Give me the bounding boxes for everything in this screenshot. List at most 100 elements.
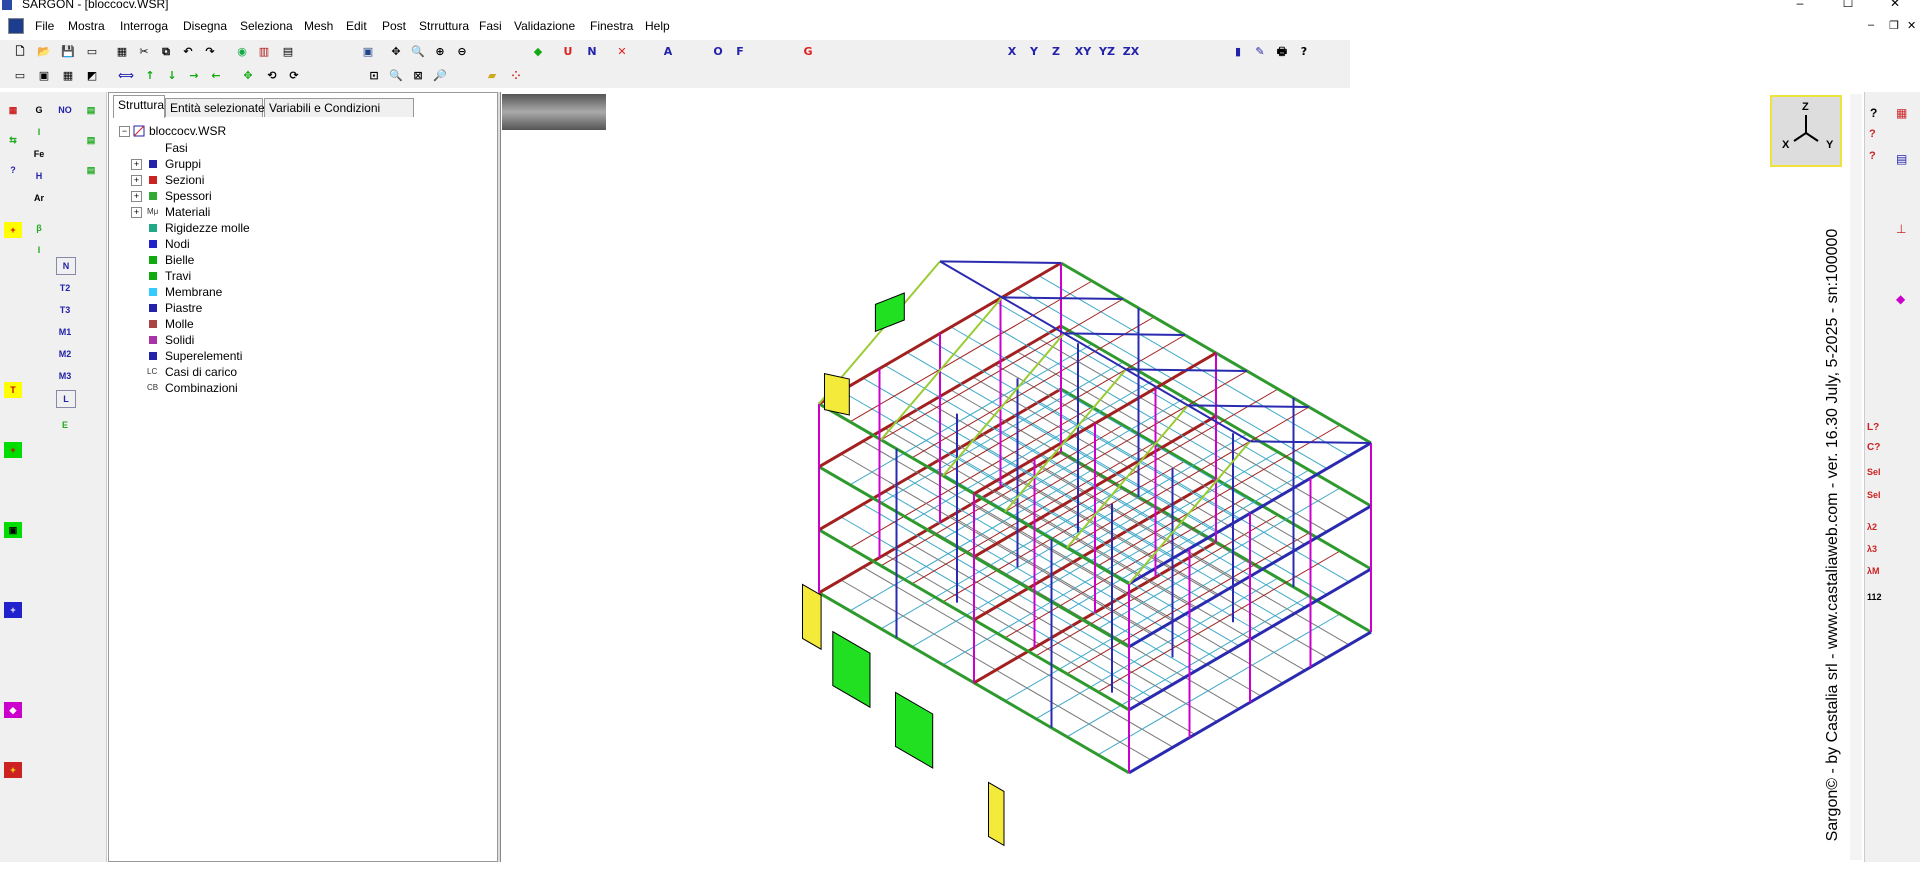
l-query-tool[interactable]: L? — [1867, 422, 1879, 433]
fe-tool[interactable]: Fe — [30, 146, 48, 162]
zoom-in-icon[interactable]: ⊕ — [432, 44, 448, 60]
arrow-down-icon[interactable]: ↓ — [164, 68, 180, 84]
menu-struttura[interactable]: Strruttura — [419, 19, 469, 33]
distance-icon[interactable]: ⟺ — [118, 68, 134, 84]
open-folder-icon[interactable]: 📂 — [36, 44, 52, 60]
menu-interroga[interactable]: Interroga — [120, 19, 168, 33]
n-toggle[interactable]: N — [584, 44, 600, 60]
tab-variabili-condizioni[interactable]: Variabili e Condizioni — [264, 98, 414, 117]
n112-tool[interactable]: 112 — [1867, 592, 1882, 602]
tree-expand-spessori[interactable]: + — [131, 191, 142, 202]
frame-member-147[interactable] — [1249, 440, 1372, 444]
tree-item-materiali[interactable]: Materiali — [165, 204, 210, 220]
book-icon[interactable]: ▮ — [1230, 44, 1246, 60]
frame-member-137[interactable] — [939, 260, 1062, 264]
calc-icon[interactable]: ▦ — [60, 68, 76, 84]
frame-member-139[interactable] — [1001, 296, 1124, 300]
close-button[interactable]: ✕ — [1880, 0, 1910, 10]
tree-item-superelementi[interactable]: Superelementi — [165, 348, 242, 364]
end-tool-icon[interactable]: + — [4, 222, 22, 238]
zoom-prev-icon[interactable]: 🔍 — [388, 68, 404, 84]
node-tool-icon[interactable]: ⇆ — [4, 132, 22, 148]
view-z-button[interactable]: Z — [1048, 44, 1064, 60]
menu-mostra[interactable]: Mostra — [68, 19, 105, 33]
delete-icon[interactable]: ✕ — [614, 44, 630, 60]
view-zx-button[interactable]: ZX — [1120, 44, 1142, 60]
r-query-2[interactable]: ? — [1869, 150, 1876, 162]
lambda3-tool[interactable]: λ3 — [1867, 544, 1877, 554]
viewport-scrollbar[interactable] — [1850, 94, 1862, 860]
sel-tool-2[interactable]: Sel — [1867, 490, 1881, 500]
redo-icon[interactable]: ↷ — [202, 44, 218, 60]
tree-item-casi-di-carico[interactable]: Casi di carico — [165, 364, 237, 380]
rotate-icon[interactable]: ⟲ — [264, 68, 280, 84]
help-tool-icon[interactable]: ? — [1870, 106, 1877, 120]
mdi-minimize-icon[interactable]: – — [1868, 19, 1874, 31]
magenta-tool-icon[interactable]: ◆ — [4, 702, 22, 718]
na-tool-icon[interactable]: ▤ — [82, 102, 100, 118]
i-tool[interactable]: I — [30, 124, 48, 140]
frame-member-141[interactable] — [1063, 332, 1186, 336]
new-file-icon[interactable]: 🗋 — [12, 44, 28, 60]
points-icon[interactable]: ⁘ — [508, 68, 524, 84]
std-icon[interactable]: ◩ — [84, 68, 100, 84]
view-x-button[interactable]: X — [1004, 44, 1020, 60]
foundation-pad-1[interactable] — [832, 630, 871, 709]
u-toggle[interactable]: U — [560, 44, 576, 60]
a-toggle[interactable]: A — [660, 44, 676, 60]
m2-tool[interactable]: M2 — [56, 346, 74, 362]
calculator-icon[interactable]: ▦ — [114, 44, 130, 60]
document-system-icon[interactable] — [8, 18, 24, 34]
move-icon[interactable]: ✥ — [240, 68, 256, 84]
structure-3d-view[interactable] — [501, 92, 1863, 862]
view-y-button[interactable]: Y — [1026, 44, 1042, 60]
support-tool-icon[interactable]: ⊥ — [1896, 222, 1906, 236]
t3-tool[interactable]: T3 — [56, 302, 74, 318]
model-viewport[interactable] — [500, 92, 1863, 862]
ar-tool[interactable]: Ar — [30, 190, 48, 206]
e-tool[interactable]: E — [56, 417, 74, 433]
h-tool[interactable]: H — [30, 168, 48, 184]
t2-tool-icon[interactable]: ▤ — [82, 162, 100, 178]
tree-root-label[interactable]: bloccocv.WSR — [149, 123, 226, 139]
menu-fasi[interactable]: Fasi — [479, 19, 502, 33]
zoom-window-icon[interactable]: ▣ — [360, 44, 376, 60]
lambdam-tool[interactable]: λM — [1867, 566, 1880, 576]
tree-item-combinazioni[interactable]: Combinazioni — [165, 380, 238, 396]
tree-item-molle[interactable]: Molle — [165, 316, 194, 332]
t2-tool[interactable]: T2 — [56, 280, 74, 296]
view-yz-button[interactable]: YZ — [1096, 44, 1118, 60]
mesh-tool-icon[interactable]: ▦ — [4, 102, 22, 118]
tab-struttura[interactable]: Struttura — [113, 95, 165, 118]
sp-tool-icon[interactable]: + — [4, 762, 22, 778]
tol-tool-icon[interactable]: T — [4, 382, 22, 398]
menu-help[interactable]: Help — [645, 19, 670, 33]
maximize-button[interactable]: ☐ — [1833, 0, 1863, 10]
c-query-tool[interactable]: C? — [1867, 442, 1880, 453]
edit-blue-icon[interactable]: ✎ — [1252, 44, 1268, 60]
help-pointer-icon[interactable]: ? — [1296, 44, 1312, 60]
tree-expand-gruppi[interactable]: + — [131, 159, 142, 170]
tree-item-travi[interactable]: Travi — [165, 268, 191, 284]
render-icon[interactable]: ◉ — [234, 44, 250, 60]
tree-item-piastre[interactable]: Piastre — [165, 300, 202, 316]
tree-item-sezioni[interactable]: Sezioni — [165, 172, 204, 188]
foundation-pad-2[interactable] — [895, 691, 934, 769]
zoom-realtime-icon[interactable]: 🔎 — [432, 68, 448, 84]
tree-item-rigidezze-molle[interactable]: Rigidezze molle — [165, 220, 250, 236]
menu-disegna[interactable]: Disegna — [183, 19, 227, 33]
green-tool-icon[interactable]: ▣ — [4, 522, 22, 538]
f-toggle[interactable]: F — [732, 44, 748, 60]
page-setup-icon[interactable]: ▭ — [84, 44, 100, 60]
roof-panel-2[interactable] — [874, 292, 905, 333]
bt-tool-icon[interactable]: + — [4, 442, 22, 458]
t1-tool-icon[interactable]: ▤ — [82, 132, 100, 148]
tree-item-solidi[interactable]: Solidi — [165, 332, 194, 348]
frame-member-142[interactable] — [942, 332, 1065, 477]
undo-icon[interactable]: ↶ — [180, 44, 196, 60]
ii-tool[interactable]: I — [30, 242, 48, 258]
cut-icon[interactable]: ✂ — [136, 44, 152, 60]
mdi-restore-icon[interactable]: ❐ — [1889, 19, 1899, 32]
save-icon[interactable]: 💾 — [60, 44, 76, 60]
r-query-1[interactable]: ? — [1869, 128, 1876, 140]
